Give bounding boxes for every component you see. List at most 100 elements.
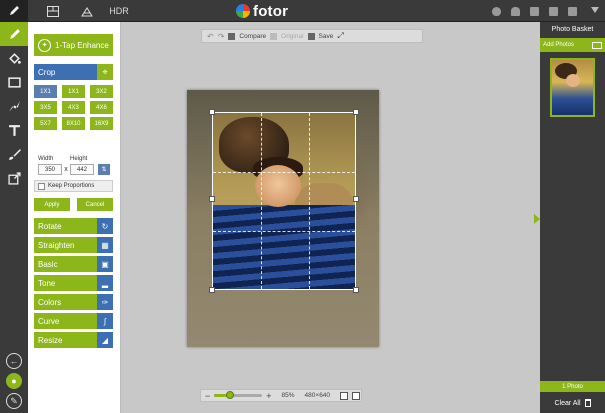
keep-proportions-checkbox[interactable]: Keep Proportions [34, 180, 113, 192]
crop-selection[interactable] [212, 112, 356, 290]
windows-icon[interactable] [530, 6, 539, 16]
ratio-button[interactable]: 4X3 [62, 101, 85, 114]
clear-all-button[interactable]: Clear All [540, 396, 605, 410]
tool-tone[interactable]: Tone ▂ [34, 275, 113, 291]
windows-phone-icon[interactable] [549, 6, 558, 16]
photo-shirt [213, 205, 355, 289]
feedback-icon[interactable]: ✎ [6, 393, 22, 409]
design-mode-tab[interactable] [74, 0, 100, 22]
tool-item-label: Colors [38, 297, 62, 307]
photo-thumbnail[interactable] [550, 58, 595, 117]
tool-item-label: Basic [38, 259, 58, 269]
checkbox-box [38, 182, 45, 190]
tool-resize[interactable]: Resize ◢ [34, 332, 113, 348]
tool-colors[interactable]: Colors ✑ [34, 294, 113, 310]
tool-frames[interactable] [0, 70, 28, 94]
tool-item-label: Tone [38, 278, 56, 288]
hdr-mode-tab[interactable]: HDR [106, 0, 132, 22]
save-button[interactable]: Save [319, 33, 334, 40]
undo-icon[interactable]: ↶ [207, 32, 214, 41]
compare-button[interactable]: Compare [239, 33, 266, 40]
crop-section-header[interactable]: Crop ⌖ [34, 64, 113, 80]
crop-handle-right[interactable] [353, 196, 359, 202]
zoom-slider[interactable] [214, 391, 263, 399]
tool-basic[interactable]: Basic ▣ [34, 256, 113, 272]
crop-ratio-grid: 1X1 1X1 3X2 3X5 4X3 4X6 5X7 8X10 16X9 [34, 85, 113, 130]
tool-adjust[interactable] [0, 22, 28, 46]
thumb-face [566, 74, 580, 87]
apply-button[interactable]: Apply [34, 198, 70, 211]
basket-title: Photo Basket [551, 26, 594, 33]
platform-links [492, 0, 577, 22]
zoom-out-icon[interactable]: − [205, 391, 210, 401]
dimension-labels: Width Height [38, 156, 108, 162]
add-photos-button[interactable]: Add Photos [540, 38, 605, 52]
collage-mode-tab[interactable] [40, 0, 66, 22]
sticker-icon [8, 100, 20, 112]
actual-size-icon[interactable] [352, 391, 361, 400]
height-input[interactable]: 442 [70, 164, 94, 175]
tool-effects[interactable] [0, 46, 28, 70]
redo-icon[interactable]: ↷ [218, 32, 225, 41]
logo-text: fotor [253, 2, 289, 20]
menu-dropdown-icon[interactable] [591, 7, 599, 13]
tool-item-label: Curve [38, 316, 60, 326]
width-input[interactable]: 350 [38, 164, 62, 175]
ratio-button[interactable]: 3X5 [34, 101, 57, 114]
crop-handle-top-left[interactable] [209, 109, 215, 115]
edit-mode-tab[interactable] [0, 0, 28, 22]
one-tap-enhance-button[interactable]: ✦ 1-Tap Enhance [34, 34, 113, 56]
tool-export[interactable] [0, 166, 28, 190]
times-sign: x [64, 166, 68, 173]
design-icon [81, 6, 93, 16]
tool-item-label: Straighten [38, 240, 75, 250]
apple-icon[interactable] [492, 6, 501, 16]
fit-screen-icon[interactable] [340, 391, 349, 400]
cancel-button[interactable]: Cancel [77, 198, 113, 211]
tool-brush[interactable] [0, 142, 28, 166]
magic-icon: ✦ [38, 38, 51, 52]
crop-handle-bottom-right[interactable] [353, 287, 359, 293]
add-photos-label: Add Photos [543, 42, 575, 48]
tool-stickers[interactable] [0, 94, 28, 118]
tool-text[interactable] [0, 118, 28, 142]
android-icon[interactable] [511, 6, 520, 16]
width-label: Width [38, 156, 54, 162]
height-label: Height [70, 156, 88, 162]
tool-rotate[interactable]: Rotate ↻ [34, 218, 113, 234]
compare-icon [228, 32, 236, 40]
back-arrow-icon[interactable]: ← [6, 353, 22, 369]
pencil-icon [9, 28, 20, 39]
crop-handle-top-right[interactable] [353, 109, 359, 115]
collapse-arrow-icon[interactable] [534, 214, 540, 224]
tool-curve[interactable]: Curve ∫ [34, 313, 113, 329]
crop-grid-line [213, 172, 355, 173]
export-icon [7, 171, 21, 185]
crop-handle-left[interactable] [209, 196, 215, 202]
ratio-button[interactable]: 3X2 [90, 85, 113, 98]
left-bottom-icons: ← ● ✎ [0, 353, 28, 409]
tool-straighten[interactable]: Straighten ▦ [34, 237, 113, 253]
photo [187, 90, 379, 347]
crop-grid-line [261, 113, 262, 289]
save-icon [307, 32, 315, 40]
swap-dimensions-icon[interactable]: ⇅ [98, 164, 110, 175]
zoom-in-icon[interactable]: + [266, 391, 271, 401]
user-icon[interactable]: ● [6, 373, 22, 389]
ratio-button[interactable]: 5X7 [34, 117, 57, 130]
top-bar: HDR fotor [0, 0, 605, 22]
ratio-button[interactable]: 1X1 [34, 85, 57, 98]
zoom-slider-knob[interactable] [226, 391, 235, 399]
crop-handle-bottom-left[interactable] [209, 287, 215, 293]
crop-icon: ⌖ [97, 64, 113, 80]
ratio-button[interactable]: 8X10 [62, 117, 85, 130]
fullscreen-icon[interactable]: ⤢ [337, 31, 343, 41]
resize-icon: ◢ [97, 332, 113, 348]
original-button[interactable]: Original [281, 33, 303, 40]
ratio-button[interactable]: 16X9 [90, 117, 113, 130]
ratio-button[interactable]: 1X1 [62, 85, 85, 98]
trash-icon [584, 399, 591, 407]
ratio-button[interactable]: 4X6 [90, 101, 113, 114]
monitor-icon [592, 41, 602, 49]
mac-icon[interactable] [568, 6, 577, 16]
